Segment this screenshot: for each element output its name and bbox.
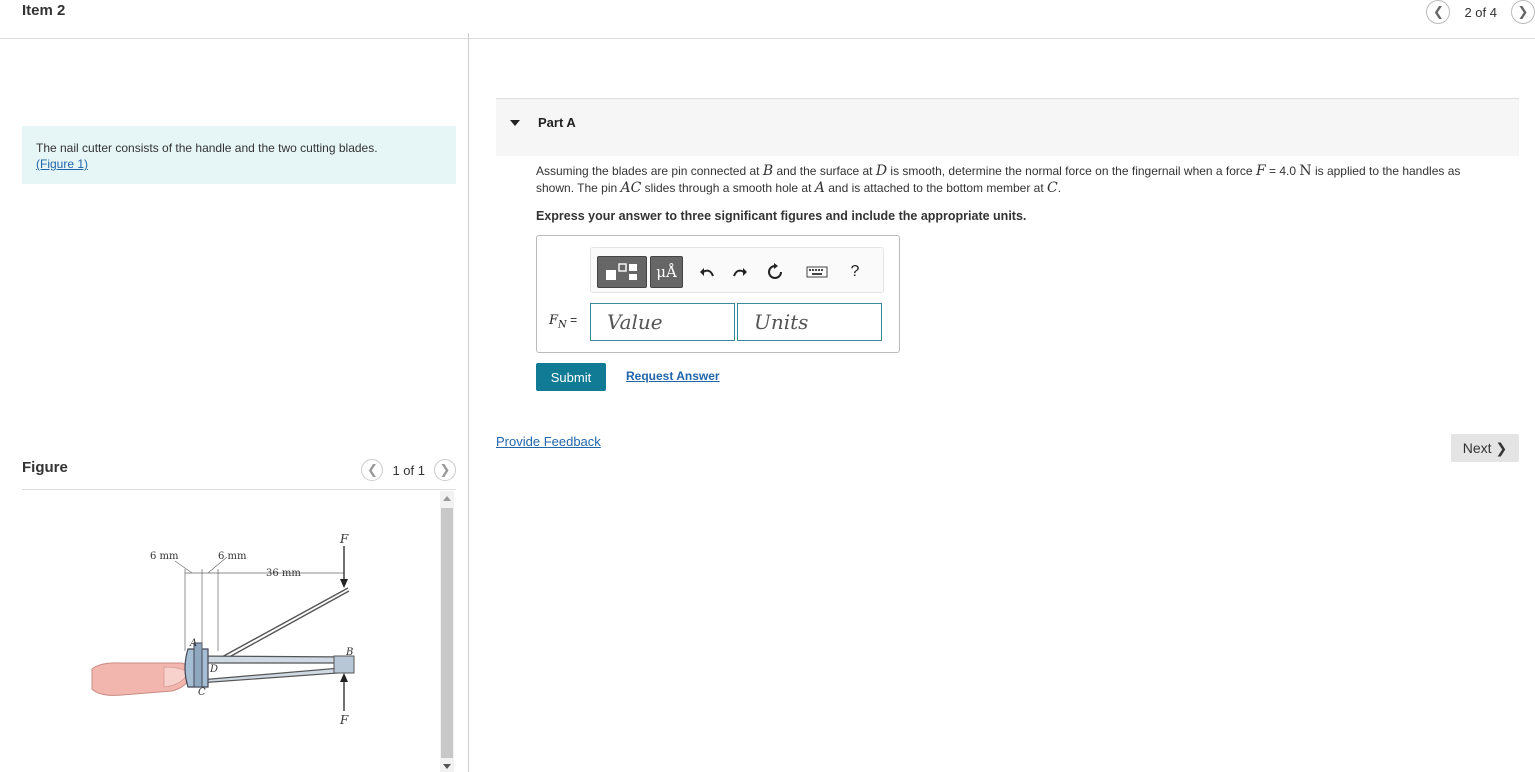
top-bar: Item 2 ❮ 2 of 4 ❯ (0, 0, 1535, 39)
undo-button[interactable] (695, 260, 719, 284)
figure-label: Figure (22, 459, 68, 476)
dim-label-long: 36 mm (266, 568, 301, 579)
answer-variable-main: F (549, 313, 559, 328)
mu-angstrom-icon: μÅ (656, 263, 677, 281)
request-answer-link[interactable]: Request Answer (626, 369, 720, 383)
prev-figure-button[interactable]: ❮ (361, 459, 384, 481)
handle-line-lower (221, 590, 350, 662)
value-input[interactable]: Value (590, 303, 735, 341)
force-label-bottom: F (339, 713, 349, 727)
dim-label-left: 6 mm (150, 551, 179, 562)
scroll-up-icon[interactable] (443, 496, 451, 501)
var-f: F (1255, 163, 1266, 179)
problem-intro: The nail cutter consists of the handle a… (22, 126, 456, 184)
answer-equals: = (566, 313, 578, 327)
var-ac: AC (620, 180, 642, 196)
answer-variable-label: FN = (549, 313, 577, 331)
figure-pager: ❮ 1 of 1 ❯ (361, 459, 456, 481)
intro-text: The nail cutter consists of the handle a… (36, 141, 378, 155)
question-text-segment: is smooth, determine the normal force on… (887, 164, 1256, 178)
handle-line-upper (219, 587, 349, 659)
var-c: C (1047, 180, 1058, 196)
provide-feedback-link[interactable]: Provide Feedback (496, 434, 601, 449)
dim-label-mid: 6 mm (218, 551, 247, 562)
redo-button[interactable] (728, 260, 752, 284)
item-pager: ❮ 2 of 4 ❯ (1426, 0, 1535, 24)
reset-icon (768, 263, 782, 279)
help-icon: ? (850, 263, 860, 280)
math-toolbar: μÅ ? (590, 247, 884, 293)
force-arrowhead-bottom (340, 673, 348, 682)
answer-variable-sub: N (558, 319, 567, 331)
item-title: Item 2 (22, 2, 66, 19)
units-input[interactable]: Units (737, 303, 882, 341)
dim-leader-1 (174, 560, 193, 574)
column-divider (468, 33, 469, 772)
part-a-header[interactable]: Part A (496, 98, 1519, 156)
question-text-segment: . (1057, 181, 1062, 195)
item-pager-count: 2 of 4 (1464, 4, 1497, 20)
var-b: B (762, 163, 774, 179)
keyboard-icon (806, 266, 828, 278)
scroll-thumb[interactable] (441, 508, 453, 758)
question-text-segment: slides through a smooth hole at (641, 181, 815, 195)
answer-box: μÅ ? FN = Value Units (536, 235, 900, 353)
redo-icon (733, 268, 747, 277)
reset-button[interactable] (763, 260, 787, 284)
templates-button[interactable] (597, 256, 647, 288)
figure-pager-count: 1 of 1 (392, 462, 425, 478)
figure-header: Figure ❮ 1 of 1 ❯ (22, 457, 456, 490)
force-arrowhead-top (340, 579, 348, 588)
nail-cutter-diagram: 6 mm 6 mm 36 mm F F A B C D (91, 532, 355, 727)
answer-instruction: Express your answer to three significant… (536, 209, 1027, 223)
chevron-left-icon: ❮ (367, 462, 378, 477)
chevron-left-icon: ❮ (1433, 4, 1444, 19)
units-symbol-button[interactable]: μÅ (650, 256, 683, 288)
point-label-c: C (198, 687, 206, 698)
submit-button[interactable]: Submit (536, 363, 606, 391)
point-label-a: A (189, 638, 197, 649)
templates-icon (606, 263, 637, 280)
var-d: D (875, 163, 888, 179)
force-label-top: F (339, 532, 349, 546)
next-item-button[interactable]: ❯ (1511, 0, 1535, 24)
chevron-right-icon: ❯ (1517, 4, 1529, 19)
chevron-right-icon: ❯ (439, 462, 451, 477)
figure-link[interactable]: (Figure 1) (36, 157, 88, 171)
pin-ac (193, 642, 203, 688)
undo-icon (700, 268, 714, 277)
keyboard-button[interactable] (803, 260, 831, 284)
part-title: Part A (538, 115, 576, 130)
question-text-segment: = 4.0 (1265, 164, 1300, 178)
scroll-down-icon[interactable] (443, 764, 451, 769)
collapse-triangle-icon[interactable] (510, 120, 520, 126)
pin-b-block (333, 655, 355, 674)
point-label-b: B (345, 647, 353, 658)
next-button-label: Next (1462, 440, 1492, 456)
next-button[interactable]: Next ❯ (1451, 434, 1519, 462)
chevron-right-icon: ❯ (1495, 439, 1508, 456)
top-blade (187, 655, 353, 664)
question-text-segment: Assuming the blades are pin connected at (536, 164, 763, 178)
help-button[interactable]: ? (843, 260, 867, 284)
question-text-segment: and the surface at (773, 164, 876, 178)
question-text-segment: and is attached to the bottom member at (824, 181, 1048, 195)
var-a: A (814, 180, 825, 196)
figure-scrollbar[interactable] (440, 491, 454, 772)
question-text: Assuming the blades are pin connected at… (536, 163, 1496, 197)
next-figure-button[interactable]: ❯ (434, 459, 456, 481)
figure-image: 6 mm 6 mm 36 mm F F A B C D (22, 491, 442, 772)
point-label-d: D (209, 664, 218, 675)
prev-item-button[interactable]: ❮ (1426, 0, 1451, 24)
unit-n: N (1299, 163, 1312, 179)
